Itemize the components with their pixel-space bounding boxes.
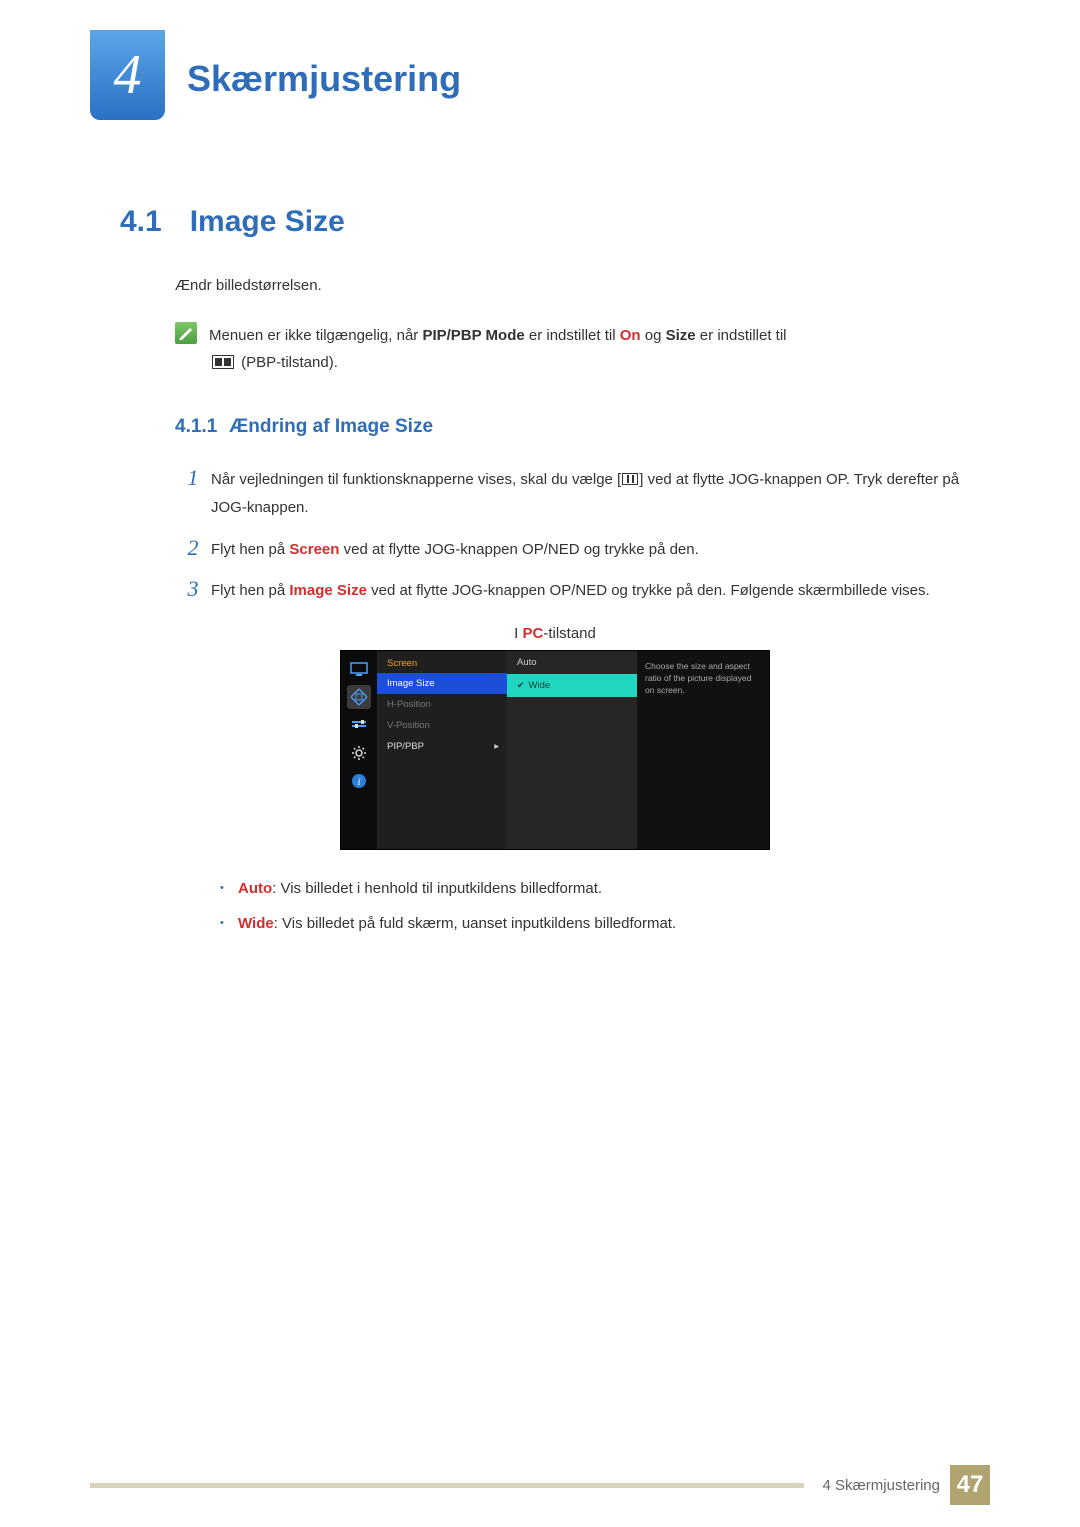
note-icon: [175, 322, 197, 344]
subsection-number: 4.1.1: [175, 416, 217, 437]
chapter-header: 4 Skærmjustering: [90, 30, 990, 150]
osd-dropdown: Auto Wide: [507, 651, 637, 849]
page-number: 47: [950, 1465, 990, 1505]
footer-chapter-label: 4 Skærmjustering: [822, 1477, 940, 1494]
section-title: Image Size: [190, 205, 345, 238]
osd-menu-item-pippbp: PIP/PBP▸: [377, 736, 507, 757]
osd-settings-icon: [347, 741, 371, 765]
osd-menu-item-hposition: H-Position: [377, 694, 507, 715]
chapter-title: Skærmjustering: [187, 30, 461, 100]
svg-text:i: i: [357, 776, 360, 788]
step-number: 2: [175, 536, 211, 564]
osd-menu-item-vposition: V-Position: [377, 715, 507, 736]
step-3: 3 Flyt hen på Image Size ved at flytte J…: [175, 577, 990, 605]
footer-rule: [90, 1483, 804, 1488]
osd-screen-icon: [347, 685, 371, 709]
chevron-right-icon: ▸: [494, 741, 499, 752]
osd-sidebar: i: [341, 651, 377, 849]
osd-option-wide: Wide: [507, 674, 637, 697]
section-intro: Ændr billedstørrelsen.: [175, 277, 990, 294]
bullet-auto: Auto: Vis billedet i henhold til inputki…: [220, 878, 990, 901]
osd-screenshot: i Screen Image Size H-Position V-Positio…: [340, 650, 770, 850]
note-text: Menuen er ikke tilgængelig, når PIP/PBP …: [209, 322, 787, 376]
osd-option-auto: Auto: [507, 651, 637, 674]
section-heading: 4.1 Image Size: [120, 205, 990, 239]
osd-info-icon: i: [347, 769, 371, 793]
menu-icon: [622, 473, 638, 485]
bullet-wide: Wide: Vis billedet på fuld skærm, uanset…: [220, 913, 990, 936]
step-1: 1 Når vejledningen til funktionsknappern…: [175, 466, 990, 522]
note-block: Menuen er ikke tilgængelig, når PIP/PBP …: [175, 322, 990, 376]
section-number: 4.1: [120, 205, 162, 238]
page-footer: 4 Skærmjustering 47: [90, 1465, 990, 1505]
step-2: 2 Flyt hen på Screen ved at flytte JOG-k…: [175, 536, 990, 564]
chapter-number-badge: 4: [90, 30, 165, 120]
subsection-heading: 4.1.1 Ændring af Image Size: [175, 416, 990, 438]
osd-menu-header: Screen: [377, 651, 507, 673]
osd-menu-list: Screen Image Size H-Position V-Position …: [377, 651, 507, 849]
osd-menu-item-imagesize: Image Size: [377, 673, 507, 694]
osd-picture-icon: [347, 657, 371, 681]
step-number: 1: [175, 466, 211, 522]
subsection-title: Ændring af Image Size: [229, 416, 433, 437]
osd-description: Choose the size and aspect ratio of the …: [637, 651, 769, 849]
pbp-mode-icon: [212, 355, 234, 369]
osd-options-icon: [347, 713, 371, 737]
osd-caption: I PC-tilstand: [120, 625, 990, 642]
step-number: 3: [175, 577, 211, 605]
